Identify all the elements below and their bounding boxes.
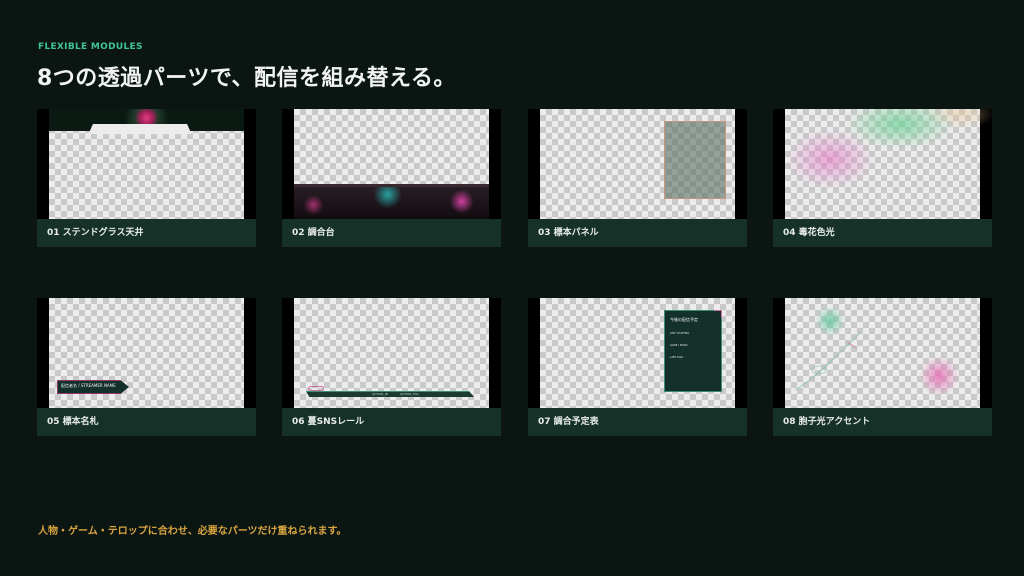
module-label: 06 蔓SNSレール [282, 408, 501, 436]
module-card-schedule[interactable]: 今後の配信予定 JUST CHATTING GAME / MUSIC LATE … [528, 298, 747, 436]
module-label: 03 標本パネル [528, 219, 747, 247]
module-label: 01 ステンドグラス天井 [37, 219, 256, 247]
ceiling-opening [88, 124, 192, 134]
rail-handle: @YOUR_TAG [400, 392, 419, 396]
schedule-board-art: 今後の配信予定 JUST CHATTING GAME / MUSIC LATE … [664, 310, 722, 392]
page-title: 8つの透過パーツで、配信を組み替える。 [37, 66, 456, 91]
schedule-title: 今後の配信予定 [670, 317, 698, 322]
module-thumbnail [37, 109, 256, 219]
schedule-event: JUST CHATTING [670, 332, 690, 335]
eyebrow-label: FLEXIBLE MODULES [38, 42, 143, 52]
schedule-row: JUST CHATTING [670, 332, 716, 335]
module-card-specimen-panel[interactable]: 03 標本パネル [528, 109, 747, 247]
name-plate-text: 配信者名 / STREAMER NAME [61, 383, 116, 388]
module-thumbnail: @YOUR_ID @YOUR_TAG [282, 298, 501, 408]
rail-vine-ornament [308, 386, 324, 391]
module-card-stained-glass[interactable]: 01 ステンドグラス天井 [37, 109, 256, 247]
sns-rail-art [306, 391, 474, 397]
module-label: 08 胞子光アクセント [773, 408, 992, 436]
module-label: 07 調合予定表 [528, 408, 747, 436]
module-card-mixing-desk[interactable]: 02 調合台 [282, 109, 501, 247]
desk-edge [294, 184, 489, 187]
footer-note: 人物・ゲーム・テロップに合わせ、必要なパーツだけ重ねられます。 [38, 526, 347, 537]
module-label: 02 調合台 [282, 219, 501, 247]
module-card-sns-rail[interactable]: @YOUR_ID @YOUR_TAG 06 蔓SNSレール [282, 298, 501, 436]
vine-sprig-icon [794, 331, 862, 391]
schedule-row: LATE TALK [670, 356, 716, 359]
transparency-checker [785, 109, 992, 219]
corner-vine-ornament [714, 310, 722, 318]
pink-glow [785, 129, 875, 189]
module-thumbnail [282, 109, 501, 219]
module-card-flower-light[interactable]: 04 毒花色光 [773, 109, 992, 247]
module-label: 05 標本名札 [37, 408, 256, 436]
module-label: 04 毒花色光 [773, 219, 992, 247]
schedule-event: GAME / MUSIC [670, 344, 688, 347]
schedule-row: GAME / MUSIC [670, 344, 716, 347]
specimen-panel-art [664, 121, 726, 199]
module-thumbnail [528, 109, 747, 219]
schedule-event: LATE TALK [670, 356, 683, 359]
module-thumbnail: 今後の配信予定 JUST CHATTING GAME / MUSIC LATE … [528, 298, 747, 408]
module-thumbnail: 配信者名 / STREAMER NAME [37, 298, 256, 408]
mixing-desk-art [294, 184, 489, 219]
module-thumbnail [773, 298, 992, 408]
module-card-name-plate[interactable]: 配信者名 / STREAMER NAME 05 標本名札 [37, 298, 256, 436]
rail-handle: @YOUR_ID [372, 392, 389, 396]
module-card-spore-accent[interactable]: 08 胞子光アクセント [773, 298, 992, 436]
module-thumbnail [773, 109, 992, 219]
